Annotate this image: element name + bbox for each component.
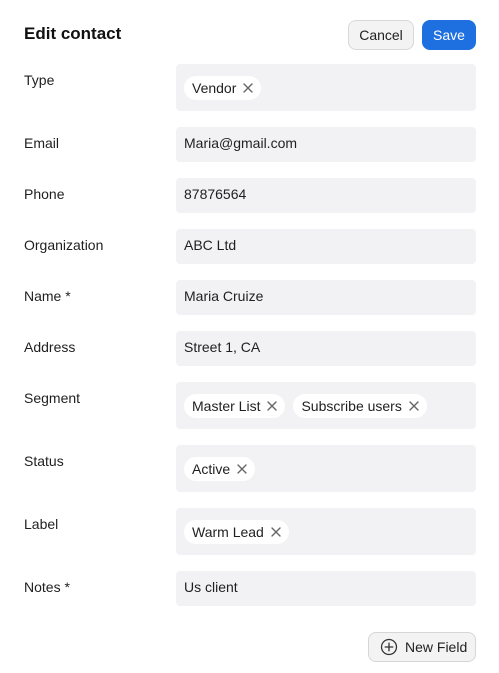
- chip: Active: [184, 457, 256, 481]
- cancel-button[interactable]: Cancel: [348, 20, 414, 50]
- label-label: Label: [24, 516, 59, 532]
- chip-label: Active: [192, 461, 231, 477]
- address-field[interactable]: Street 1, CA: [176, 331, 476, 366]
- chip-label: Subscribe users: [301, 398, 402, 414]
- new-field-label: New Field: [405, 639, 468, 655]
- close-icon[interactable]: [239, 79, 257, 97]
- segment-field[interactable]: Master List Subscribe users: [176, 382, 476, 429]
- email-label: Email: [24, 135, 60, 151]
- header: Edit contact Cancel Save: [24, 20, 476, 50]
- email-field[interactable]: Maria@gmail.com: [176, 127, 476, 162]
- close-icon[interactable]: [405, 397, 423, 415]
- chip: Master List: [184, 394, 286, 418]
- notes-label: Notes *: [24, 579, 70, 595]
- name-field[interactable]: Maria Cruize: [176, 280, 476, 315]
- page-title: Edit contact: [24, 24, 122, 43]
- close-icon[interactable]: [267, 523, 285, 541]
- save-button[interactable]: Save: [422, 20, 476, 50]
- chip-label: Vendor: [192, 80, 237, 96]
- chip-label: Warm Lead: [192, 524, 264, 540]
- organization-field[interactable]: ABC Ltd: [176, 229, 476, 264]
- chip: Subscribe users: [293, 394, 427, 418]
- plus-circle-icon: [380, 638, 398, 656]
- type-label: Type: [24, 72, 55, 88]
- status-field[interactable]: Active: [176, 445, 476, 492]
- chip-label: Master List: [192, 398, 261, 414]
- close-icon[interactable]: [263, 397, 281, 415]
- new-field-button[interactable]: New Field: [368, 632, 476, 662]
- phone-field[interactable]: 87876564: [176, 178, 476, 213]
- close-icon[interactable]: [233, 460, 251, 478]
- notes-field[interactable]: Us client: [176, 571, 476, 606]
- edit-contact-panel: Edit contact Cancel Save Type Vendor Ema…: [0, 0, 499, 673]
- chip: Warm Lead: [184, 520, 289, 544]
- phone-label: Phone: [24, 186, 65, 202]
- organization-label: Organization: [24, 237, 104, 253]
- address-label: Address: [24, 339, 76, 355]
- type-field[interactable]: Vendor: [176, 64, 476, 111]
- chip: Vendor: [184, 76, 262, 100]
- segment-label: Segment: [24, 390, 81, 406]
- status-label: Status: [24, 453, 64, 469]
- name-label: Name *: [24, 288, 71, 304]
- label-field[interactable]: Warm Lead: [176, 508, 476, 555]
